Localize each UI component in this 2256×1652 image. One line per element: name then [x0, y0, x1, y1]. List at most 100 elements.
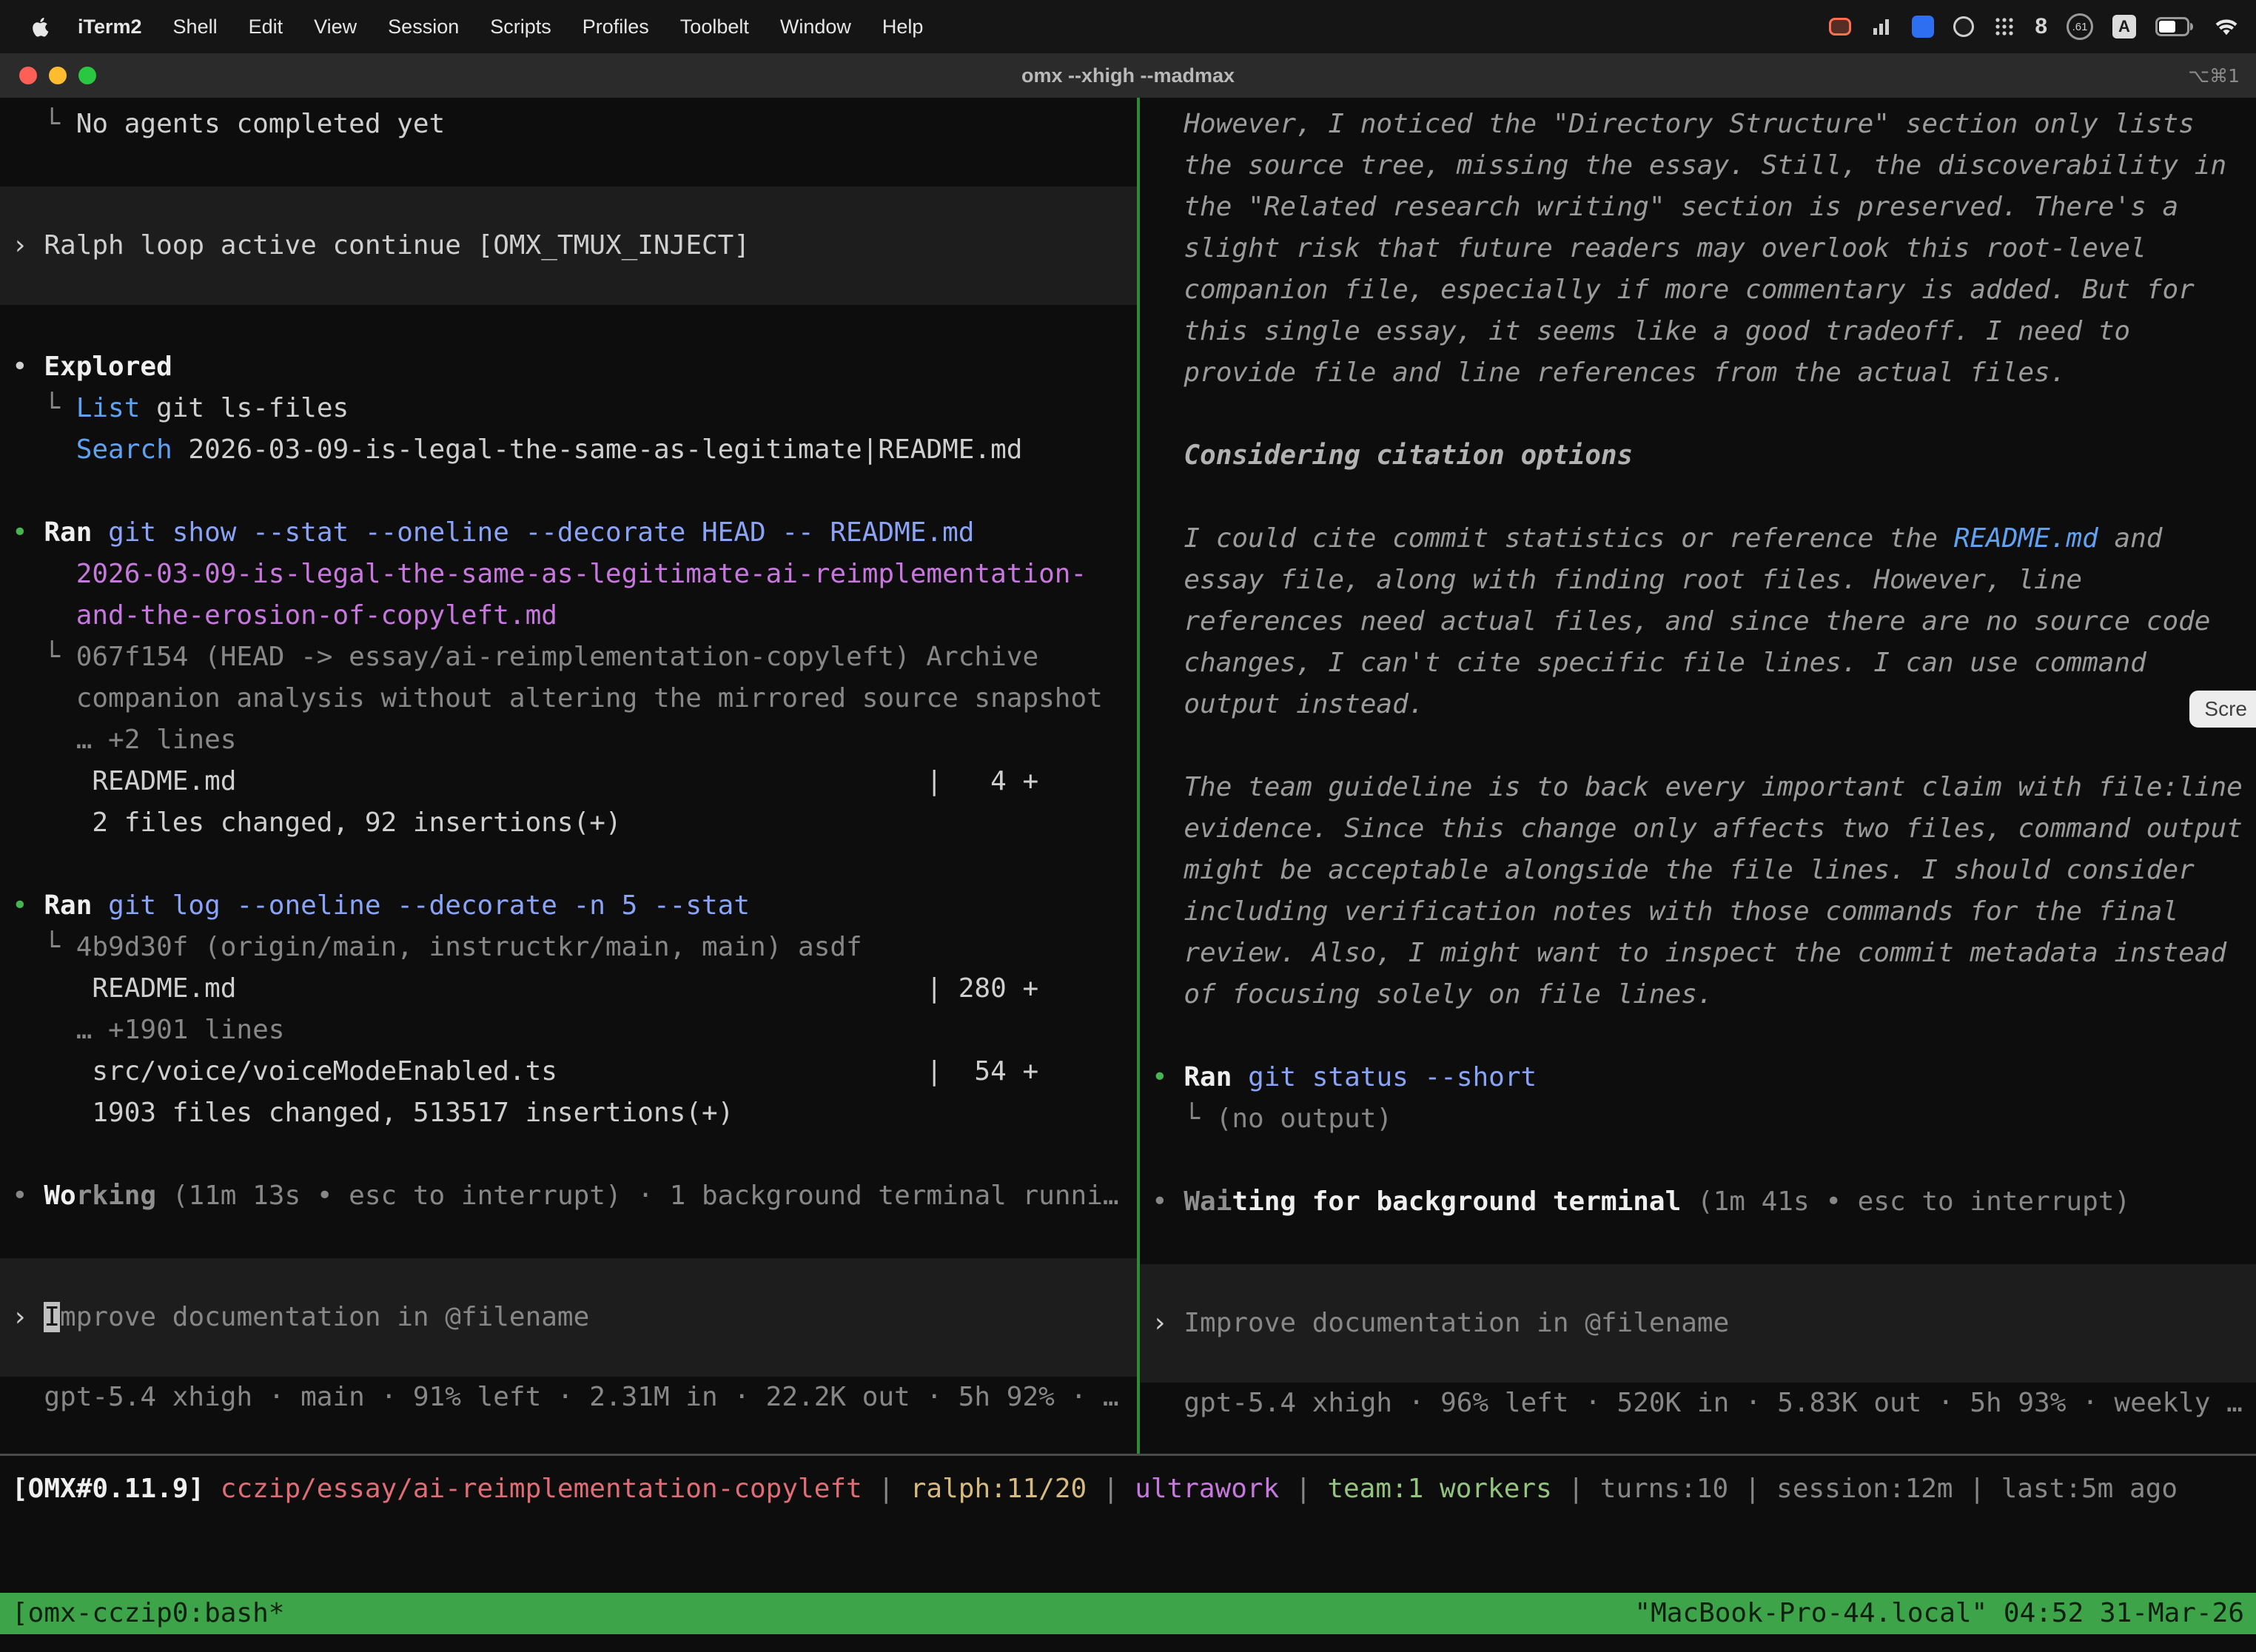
terminal-line: output instead. — [1140, 684, 2256, 725]
menu-bar-status-icons: 8 .61 A — [1829, 13, 2256, 40]
text-segment: essay file, along with finding root file… — [1152, 565, 2082, 595]
terminal-line: 1903 files changed, 513517 insertions(+) — [0, 1092, 1137, 1134]
text-segment: README.md | 280 + — [12, 973, 1038, 1004]
apple-logo — [30, 14, 52, 39]
terminal-line: However, I noticed the "Directory Struct… — [1140, 104, 2256, 145]
text-segment: might be acceptable alongside the file l… — [1152, 855, 2195, 885]
terminal-line: gpt-5.4 xhigh · 96% left · 520K in · 5.8… — [1140, 1383, 2256, 1424]
blank-line — [0, 1217, 1137, 1258]
zoom-button[interactable] — [78, 67, 96, 84]
screen-recording-indicator-icon[interactable] — [1829, 18, 1851, 36]
text-segment: slight risk that future readers may over… — [1152, 233, 2146, 263]
terminal-line: └ List git ls-files — [0, 388, 1137, 429]
apple-menu-icon[interactable] — [30, 14, 52, 39]
text-segment: Wai — [1184, 1186, 1232, 1217]
blank-line — [1140, 477, 2256, 518]
terminal-line: the source tree, missing the essay. Stil… — [1140, 145, 2256, 187]
screen: iTerm2 Shell Edit View Session Scripts P… — [0, 0, 2256, 1652]
terminal-line: Considering citation options — [1140, 435, 2256, 477]
left-prompt-input[interactable]: › Improve documentation in @filename — [0, 1258, 1137, 1377]
menu-item-session[interactable]: Session — [372, 16, 474, 38]
right-prompt-input[interactable]: › Improve documentation in @filename — [1140, 1264, 2256, 1383]
terminal-line: … +1901 lines — [0, 1010, 1137, 1051]
menu-item-toolbelt[interactable]: Toolbelt — [665, 16, 765, 38]
text-segment: … +1901 lines — [12, 1015, 284, 1045]
text-segment: including verification notes with those … — [1152, 896, 2178, 927]
blank-line — [0, 145, 1137, 187]
input-source-icon[interactable]: A — [2112, 15, 2136, 38]
blank-line — [1140, 394, 2256, 435]
numeral-8-icon[interactable]: 8 — [2035, 14, 2047, 39]
stats-bars-icon[interactable] — [1870, 16, 1893, 38]
terminal-line: › Improve documentation in @filename — [1140, 1303, 2256, 1344]
text-segment: Explored — [44, 352, 172, 382]
wifi-icon[interactable] — [2213, 16, 2240, 37]
menu-item-shell[interactable]: Shell — [158, 16, 233, 38]
blank-line — [1140, 1223, 2256, 1264]
terminal: └ No agents completed yet › Ralph loop ac… — [0, 98, 2256, 1454]
terminal-cursor: I — [44, 1302, 60, 1332]
terminal-line: └ No agents completed yet — [0, 104, 1137, 145]
terminal-line: └ 067f154 (HEAD -> essay/ai-reimplementa… — [0, 637, 1137, 678]
blank-line — [1140, 1015, 2256, 1057]
text-segment: I could cite commit statistics or refere… — [1152, 523, 1954, 554]
ralph-loop-banner[interactable]: › Ralph loop active continue [OMX_TMUX_I… — [0, 187, 1137, 305]
menu-item-view[interactable]: View — [298, 16, 372, 38]
text-segment: src/voice/voiceModeEnabled.ts | 54 + — [12, 1056, 1038, 1087]
menu-bar: iTerm2 Shell Edit View Session Scripts P… — [0, 0, 2256, 53]
terminal-line: 2026-03-09-is-legal-the-same-as-legitima… — [0, 554, 1137, 595]
screen-share-notification[interactable]: Scre — [2189, 691, 2256, 728]
gauge-icon[interactable]: .61 — [2067, 13, 2093, 40]
menu-item-scripts[interactable]: Scripts — [474, 16, 567, 38]
text-segment: mprove documentation in @filename — [60, 1302, 589, 1332]
text-segment: | — [862, 1474, 910, 1504]
menu-item-window[interactable]: Window — [765, 16, 867, 38]
text-segment: • — [12, 1181, 44, 1211]
text-segment: companion file, especially if more comme… — [1152, 275, 2195, 305]
tmux-host-time-label: "MacBook-Pro-44.local" 04:52 31-Mar-26 — [1634, 1593, 2244, 1634]
status-separator — [0, 1454, 2256, 1456]
terminal-line: 2 files changed, 92 insertions(+) — [0, 802, 1137, 844]
text-segment: git status --short — [1248, 1062, 1537, 1092]
right-pane[interactable]: However, I noticed the "Directory Struct… — [1140, 98, 2256, 1454]
close-button[interactable] — [19, 67, 37, 84]
text-segment: | — [1279, 1474, 1327, 1504]
blank-line — [0, 1134, 1137, 1175]
terminal-line: README.md | 280 + — [0, 968, 1137, 1010]
text-segment: this single essay, it seems like a good … — [1152, 316, 2130, 346]
text-segment: README.md — [1954, 523, 2098, 554]
terminal-line: references need actual files, and since … — [1140, 601, 2256, 642]
terminal-line: companion analysis without altering the … — [0, 678, 1137, 719]
text-segment: ralph:11/20 — [910, 1474, 1087, 1504]
text-segment: • — [1152, 1186, 1184, 1217]
battery-icon[interactable] — [2155, 17, 2194, 36]
text-segment: › — [12, 230, 44, 261]
dots-grid-icon[interactable] — [1993, 16, 2015, 38]
text-segment: (1m 41s • esc to interrupt) — [1697, 1186, 2130, 1217]
menu-item-help[interactable]: Help — [867, 16, 939, 38]
left-pane[interactable]: └ No agents completed yet › Ralph loop ac… — [0, 98, 1137, 1454]
terminal-line: • Working (11m 13s • esc to interrupt) ·… — [0, 1175, 1137, 1217]
terminal-line: evidence. Since this change only affects… — [1140, 808, 2256, 850]
text-segment: • — [12, 890, 44, 921]
menu-item-iterm2[interactable]: iTerm2 — [62, 16, 158, 38]
text-segment: the "Related research writing" section i… — [1152, 192, 2178, 222]
circle-ring-icon[interactable] — [1953, 16, 1974, 37]
text-segment: Ran — [44, 890, 108, 921]
text-segment: cczip/essay/ai-reimplementation-copyleft — [221, 1474, 862, 1504]
blank-line — [1140, 725, 2256, 767]
window-titlebar[interactable]: omx --xhigh --madmax ⌥⌘1 — [0, 53, 2256, 98]
menu-item-edit[interactable]: Edit — [233, 16, 299, 38]
terminal-line: • Ran git show --stat --oneline --decora… — [0, 512, 1137, 554]
text-segment: No agents completed yet — [76, 109, 446, 139]
text-segment: └ — [12, 109, 76, 139]
minimize-button[interactable] — [49, 67, 67, 84]
blank-line — [0, 471, 1137, 512]
menu-item-profiles[interactable]: Profiles — [567, 16, 665, 38]
terminal-line: └ (no output) — [1140, 1098, 2256, 1140]
text-segment: Considering citation options — [1152, 440, 1633, 471]
blue-app-icon[interactable] — [1912, 16, 1934, 38]
text-segment: changes, I can't cite specific file line… — [1152, 648, 2146, 678]
text-segment: gpt-5.4 xhigh · 96% left · 520K in · 5.8… — [1152, 1388, 2243, 1418]
text-segment: 2026-03-09-is-legal-the-same-as-legitima… — [12, 559, 1087, 589]
